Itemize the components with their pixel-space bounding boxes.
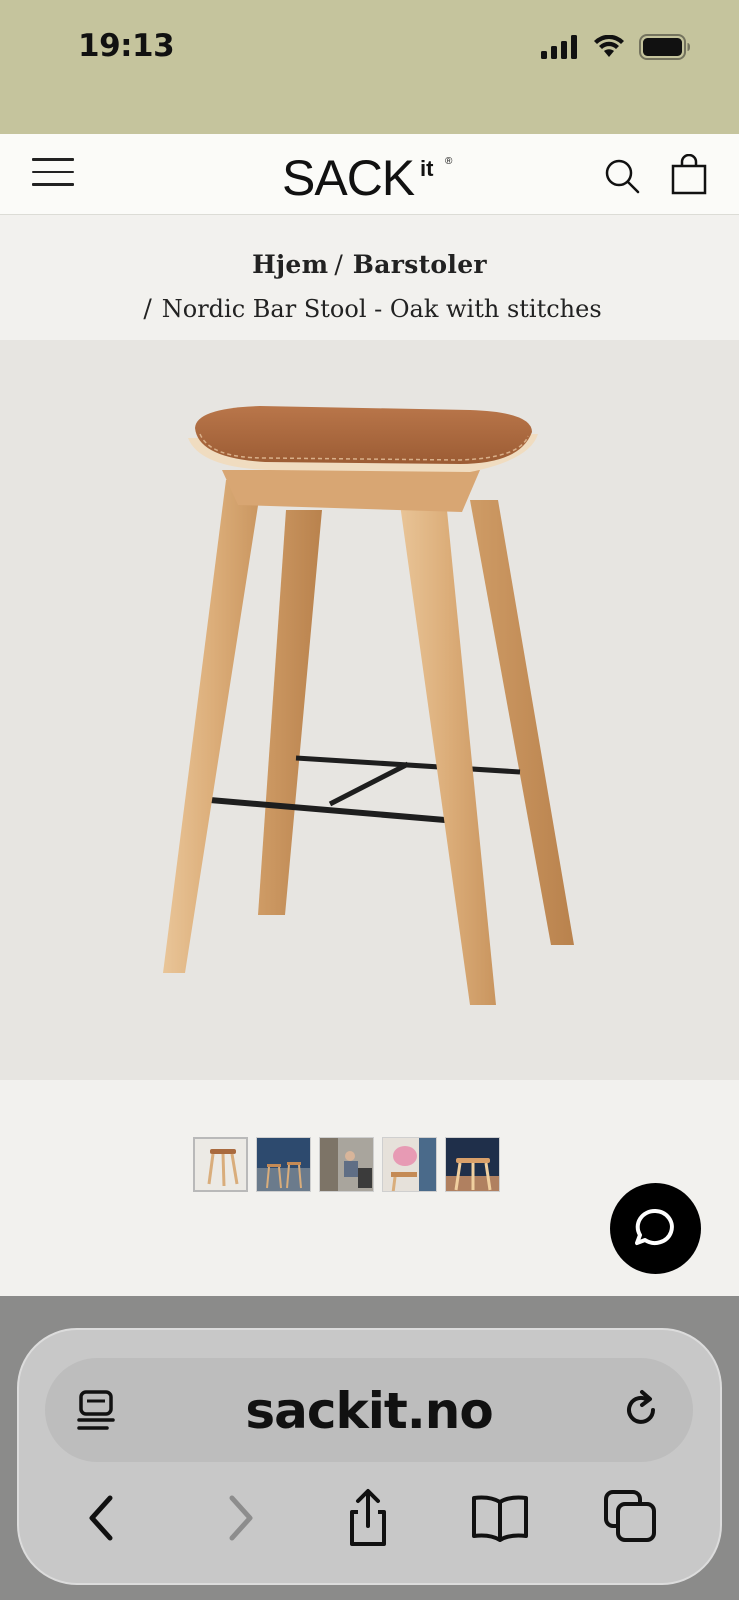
status-icons [541, 34, 691, 60]
wifi-icon [594, 35, 624, 57]
logo-text: SACK [282, 150, 415, 202]
bookmarks-icon [472, 1495, 528, 1542]
forward-icon [229, 1495, 253, 1541]
thumbnail-strip [193, 1137, 500, 1192]
address-bar[interactable]: sackit.no [45, 1358, 693, 1462]
thumbnail-4[interactable] [382, 1137, 437, 1192]
back-button[interactable] [72, 1488, 132, 1548]
thumbnail-5[interactable] [445, 1137, 500, 1192]
status-bar: 19:13 [0, 0, 739, 134]
search-button[interactable] [602, 156, 642, 196]
site-logo[interactable]: SACK it ® [282, 148, 462, 206]
shopping-bag-icon [671, 153, 707, 195]
status-time: 19:13 [78, 28, 175, 64]
menu-button[interactable] [32, 158, 74, 190]
bar-stool-image [163, 406, 574, 1005]
chat-button[interactable] [610, 1183, 701, 1274]
bookmarks-button[interactable] [470, 1488, 530, 1548]
battery-icon [639, 34, 690, 60]
share-button[interactable] [338, 1488, 398, 1548]
thumbnail-1[interactable] [193, 1137, 248, 1192]
breadcrumb-home-link[interactable]: Hjem [252, 250, 328, 279]
breadcrumb-separator: / [334, 250, 343, 279]
url-text: sackit.no [245, 1382, 493, 1440]
logo-suffix: it [420, 156, 434, 181]
thumbnail-2[interactable] [256, 1137, 311, 1192]
menu-icon [32, 158, 74, 186]
back-icon [89, 1495, 113, 1541]
breadcrumb-separator: / [143, 294, 152, 323]
logo-mark: ® [445, 156, 453, 167]
search-icon [605, 159, 640, 194]
reload-button[interactable] [620, 1388, 664, 1432]
thumbnail-3[interactable] [319, 1137, 374, 1192]
breadcrumb-current: Nordic Bar Stool - Oak with stitches [161, 295, 602, 323]
chat-bubble-icon [635, 1209, 674, 1245]
forward-button[interactable] [210, 1488, 270, 1548]
tabs-icon [604, 1490, 656, 1542]
cart-button[interactable] [670, 153, 708, 196]
signal-icon [541, 35, 577, 59]
product-main-image[interactable] [0, 340, 739, 1080]
breadcrumb-category-link[interactable]: Barstoler [353, 250, 487, 279]
site-header: SACK it ® [0, 134, 739, 215]
tabs-button[interactable] [602, 1488, 662, 1548]
share-icon [350, 1489, 386, 1546]
reload-icon [627, 1390, 655, 1424]
